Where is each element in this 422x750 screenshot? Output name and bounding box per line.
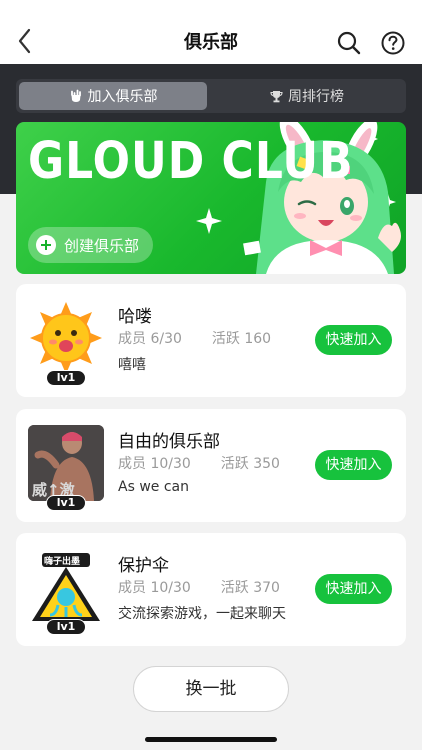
level-badge: lv1: [46, 495, 86, 511]
club-card[interactable]: 威↑激 lv1 自由的俱乐部 成员 10/30 活跃 350 As we can…: [16, 409, 406, 522]
quick-join-button[interactable]: 快速加入: [315, 574, 392, 604]
club-avatar: [28, 300, 104, 376]
tab-weekly-ranking-label: 周排行榜: [288, 89, 344, 105]
club-members: 成员 10/30: [118, 580, 191, 596]
club-activity: 活跃 350: [220, 456, 280, 472]
club-stats: 成员 10/30 活跃 370: [118, 577, 280, 597]
avatar-caption: 嗨子出墨: [44, 557, 81, 567]
club-activity: 活跃 160: [211, 331, 272, 347]
quick-join-button[interactable]: 快速加入: [315, 325, 392, 355]
level-badge: lv1: [46, 619, 86, 635]
club-card[interactable]: 嗨子出墨 lv1 保护伞 成员 10/30 活跃 370 交流探索游戏，一起来聊…: [16, 533, 406, 646]
club-stats: 成员 10/30 活跃 350: [118, 453, 280, 473]
club-avatar: 威↑激: [28, 425, 104, 501]
club-name: 哈喽: [118, 307, 152, 327]
create-club-label: 创建俱乐部: [64, 236, 140, 255]
help-icon[interactable]: [380, 30, 406, 56]
club-description: 嘻嘻: [118, 357, 146, 373]
club-stats: 成员 6/30 活跃 160: [118, 328, 271, 348]
sun-mascot-icon: [30, 302, 102, 374]
club-description: As we can: [118, 479, 189, 495]
tab-join-club[interactable]: 加入俱乐部: [19, 82, 207, 110]
club-name: 自由的俱乐部: [118, 432, 220, 452]
trophy-icon: [270, 90, 283, 102]
hand-rock-icon: [70, 89, 81, 102]
refresh-batch-button[interactable]: 换一批: [133, 666, 289, 712]
quick-join-button[interactable]: 快速加入: [315, 450, 392, 480]
club-avatar: 嗨子出墨: [28, 549, 104, 625]
plus-icon: [36, 235, 56, 255]
club-members: 成员 6/30: [118, 331, 182, 347]
club-banner[interactable]: GLOUD CLUB 创建俱乐部: [16, 122, 406, 274]
tab-weekly-ranking[interactable]: 周排行榜: [212, 82, 402, 110]
club-description: 交流探索游戏，一起来聊天: [118, 606, 286, 622]
club-name: 保护伞: [118, 556, 169, 576]
level-badge: lv1: [46, 370, 86, 386]
tab-bar: 加入俱乐部 周排行榜: [16, 79, 406, 113]
club-activity: 活跃 370: [220, 580, 280, 596]
search-icon[interactable]: [336, 30, 362, 56]
create-club-button[interactable]: 创建俱乐部: [28, 227, 154, 263]
home-indicator: [145, 737, 277, 742]
club-card[interactable]: lv1 哈喽 成员 6/30 活跃 160 嘻嘻 快速加入: [16, 284, 406, 397]
banner-title: GLOUD CLUB: [28, 132, 354, 191]
nav-bar: 俱乐部: [0, 0, 422, 64]
tab-join-club-label: 加入俱乐部: [87, 89, 158, 105]
club-members: 成员 10/30: [118, 456, 191, 472]
